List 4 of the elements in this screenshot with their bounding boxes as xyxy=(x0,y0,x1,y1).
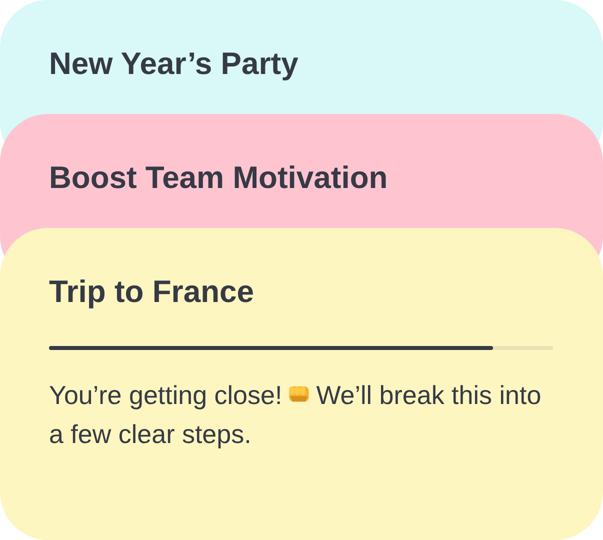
message-text: You’re getting close! We’ll break this into a few clear steps. xyxy=(49,379,542,451)
card-title: Boost Team Motivation xyxy=(49,159,389,197)
card-title: New Year’s Party xyxy=(49,45,300,83)
card-title: Trip to France xyxy=(49,273,255,311)
